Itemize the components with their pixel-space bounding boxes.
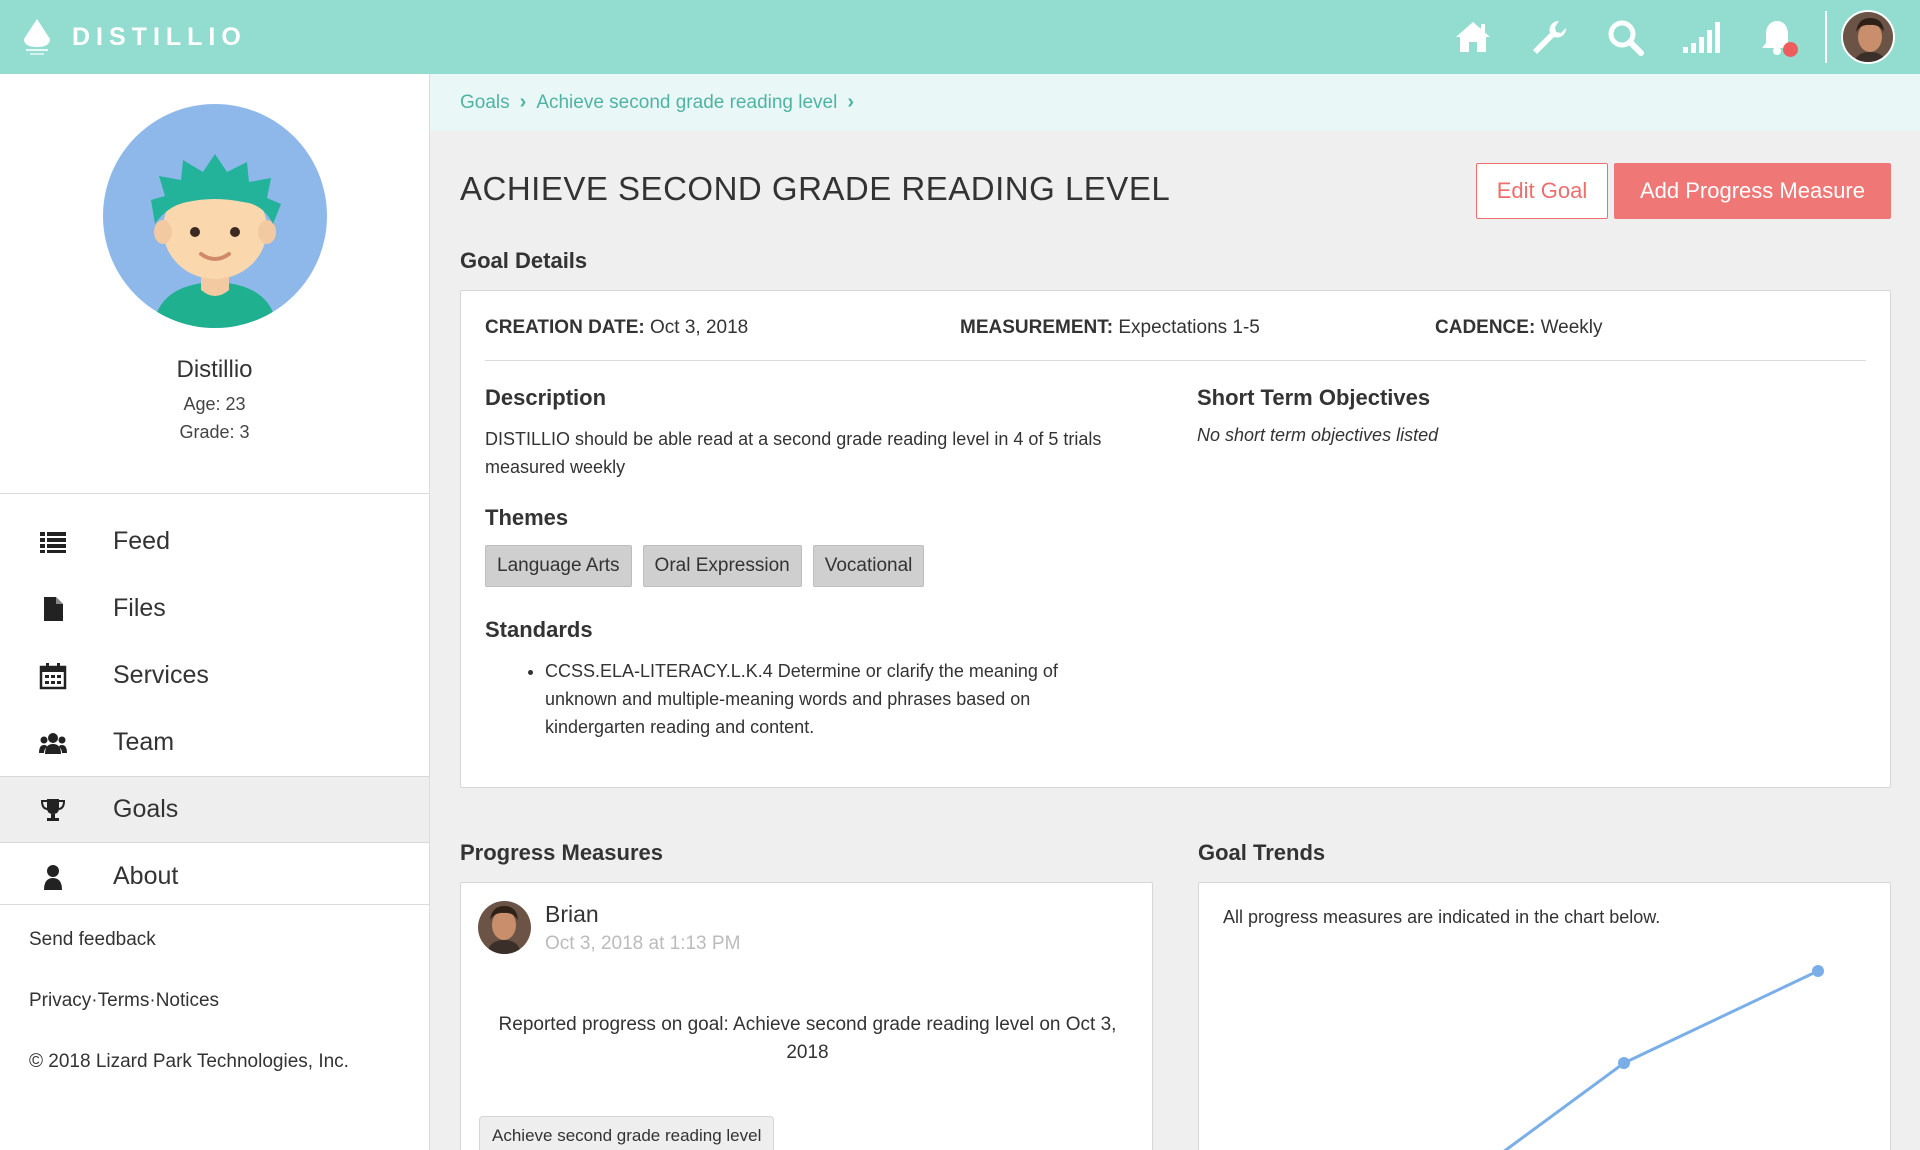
sidebar-footer: Send feedback Privacy·Terms·Notices © 20… (0, 904, 430, 1073)
calendar-icon (38, 661, 68, 691)
trophy-icon (38, 795, 68, 825)
creation-date: CREATION DATE: Oct 3, 2018 (485, 317, 748, 339)
toolbar-divider (1825, 11, 1827, 63)
edit-goal-button[interactable]: Edit Goal (1476, 163, 1608, 219)
description-heading: Description (485, 385, 607, 410)
user-avatar[interactable] (1841, 10, 1895, 64)
themes-list: Language Arts Oral Expression Vocational (485, 545, 935, 587)
file-icon (38, 594, 68, 624)
standards-list: CCSS.ELA-LITERACY.L.K.4 Determine or cla… (521, 657, 1101, 741)
short-term-objectives-empty: No short term objectives listed (1197, 425, 1439, 445)
brand[interactable]: DISTILLIO (22, 0, 247, 74)
theme-chip: Vocational (812, 545, 925, 587)
wrench-icon[interactable] (1527, 15, 1571, 59)
theme-chip: Language Arts (485, 545, 632, 587)
cadence-value: Weekly (1540, 317, 1603, 338)
profile-age: Age: 23 (183, 394, 246, 414)
copyright: © 2018 Lizard Park Technologies, Inc. (29, 1051, 349, 1072)
trend-point[interactable] (1618, 1057, 1630, 1069)
chevron-right-icon: › (847, 91, 855, 113)
profile-panel: Distillio Age: 23 Grade: 3 (0, 104, 429, 494)
author-name[interactable]: Brian (545, 901, 599, 928)
sidebar-item-label: Feed (113, 527, 170, 555)
trend-line (1503, 969, 1819, 1150)
sidebar-item-feed[interactable]: Feed (0, 508, 429, 575)
measurement-value: Expectations 1-5 (1118, 317, 1260, 338)
progress-measure-card: Brian Oct 3, 2018 at 1:13 PM Reported pr… (460, 882, 1153, 1150)
user-icon (38, 862, 68, 892)
profile-name: Distillio (176, 356, 253, 383)
measurement-label: MEASUREMENT: (960, 317, 1114, 338)
profile-meta: Age: 23 Grade: 3 (0, 390, 429, 446)
legal-links: Privacy·Terms·Notices (29, 990, 401, 1051)
top-toolbar (1435, 0, 1920, 74)
users-icon (38, 728, 68, 758)
breadcrumb: Goals › Achieve second grade reading lev… (430, 74, 1920, 131)
add-progress-measure-button[interactable]: Add Progress Measure (1614, 163, 1891, 219)
goal-details-card: CREATION DATE: Oct 3, 2018 MEASUREMENT: … (460, 290, 1891, 788)
progress-report-text: Reported progress on goal: Achieve secon… (498, 1014, 1117, 1063)
measurement: MEASUREMENT: Expectations 1-5 (960, 317, 1260, 339)
sidebar-nav: Feed Files Services Team Goals About (0, 494, 429, 910)
signal-icon[interactable] (1679, 15, 1723, 59)
breadcrumb-current-goal[interactable]: Achieve second grade reading level (536, 92, 837, 114)
terms-link[interactable]: Terms (98, 990, 150, 1011)
top-bar: DISTILLIO (0, 0, 1920, 74)
cadence: CADENCE: Weekly (1435, 317, 1603, 339)
search-icon[interactable] (1603, 15, 1647, 59)
goal-trend-chart (1503, 965, 1824, 1150)
profile-grade: Grade: 3 (179, 422, 250, 442)
breadcrumb-goals[interactable]: Goals (460, 92, 510, 114)
distillio-logo-icon (24, 19, 50, 55)
goal-trends-card: All progress measures are indicated in t… (1198, 882, 1891, 1150)
standard-item: CCSS.ELA-LITERACY.L.K.4 Determine or cla… (545, 657, 1101, 741)
standards-heading: Standards (485, 617, 593, 642)
creation-date-label: CREATION DATE: (485, 317, 645, 338)
sidebar-item-label: Goals (113, 795, 179, 823)
chevron-right-icon: › (519, 91, 527, 113)
notification-dot (1783, 42, 1798, 57)
sidebar-item-files[interactable]: Files (0, 575, 429, 642)
goal-meta-row: CREATION DATE: Oct 3, 2018 MEASUREMENT: … (485, 317, 1866, 361)
sidebar-item-label: Files (113, 594, 166, 622)
author-avatar[interactable] (478, 901, 531, 954)
sidebar-item-team[interactable]: Team (0, 709, 429, 776)
theme-chip: Oral Expression (642, 545, 802, 587)
notices-link[interactable]: Notices (156, 990, 219, 1011)
cadence-label: CADENCE: (1435, 317, 1536, 338)
themes-heading: Themes (485, 505, 569, 530)
sidebar-item-services[interactable]: Services (0, 642, 429, 709)
notifications-bell-icon[interactable] (1755, 15, 1799, 59)
goal-trends-heading: Goal Trends (1198, 840, 1326, 865)
description-text: DISTILLIO should be able read at a secon… (485, 429, 1102, 477)
privacy-link[interactable]: Privacy (29, 990, 91, 1011)
post-timestamp: Oct 3, 2018 at 1:13 PM (545, 933, 741, 954)
send-feedback-link[interactable]: Send feedback (29, 929, 401, 990)
goal-tag[interactable]: Achieve second grade reading level (479, 1116, 775, 1150)
page-title: ACHIEVE SECOND GRADE READING LEVEL (460, 170, 1171, 207)
sidebar-item-goals[interactable]: Goals (0, 776, 429, 843)
home-icon[interactable] (1451, 15, 1495, 59)
sidebar-item-label: Services (113, 661, 209, 689)
profile-avatar (102, 104, 327, 328)
short-term-objectives-heading: Short Term Objectives (1197, 385, 1431, 410)
sidebar: Distillio Age: 23 Grade: 3 Feed Files Se… (0, 74, 430, 1150)
list-icon (38, 527, 68, 557)
creation-date-value: Oct 3, 2018 (650, 317, 749, 338)
sidebar-item-label: Team (113, 728, 175, 756)
progress-measures-heading: Progress Measures (460, 840, 663, 865)
trend-point[interactable] (1812, 965, 1824, 977)
sidebar-item-about[interactable]: About (0, 843, 429, 910)
sidebar-item-label: About (113, 862, 179, 890)
goal-details-heading: Goal Details (460, 248, 588, 273)
brand-name: DISTILLIO (72, 22, 247, 51)
